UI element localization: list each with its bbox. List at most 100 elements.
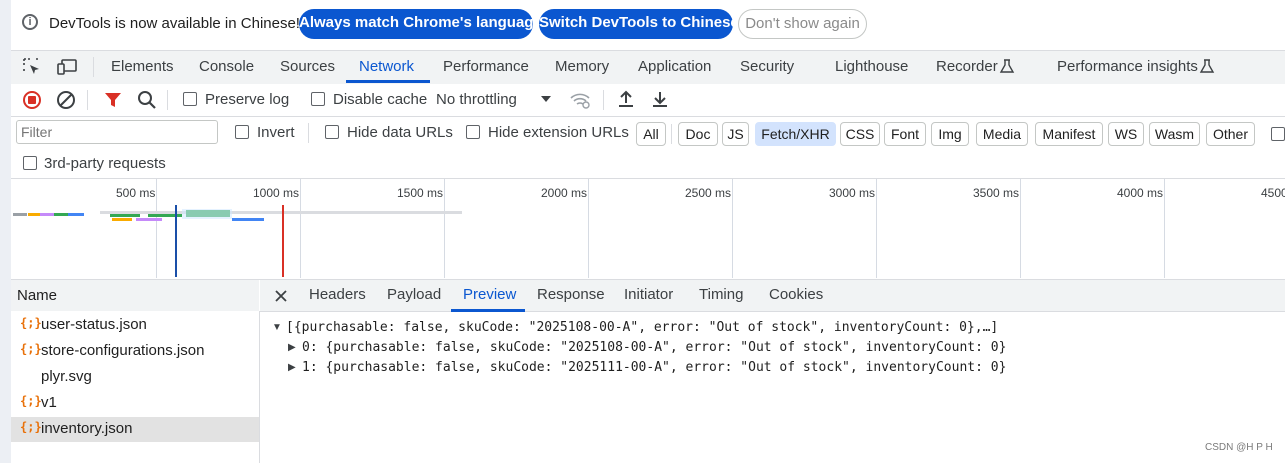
tab-performance-insights[interactable]: Performance insights (1057, 58, 1198, 75)
switch-to-chinese-button[interactable]: Switch DevTools to Chinese (539, 9, 739, 39)
timeline-tick-label: 500 ms (116, 186, 156, 200)
dom-content-loaded-marker (175, 205, 177, 277)
tab-payload[interactable]: Payload (387, 286, 441, 303)
timeline-tick-label: 3000 ms (829, 186, 876, 200)
dont-show-again-button[interactable]: Don't show again (738, 9, 867, 39)
timeline-tick-label: 1000 ms (253, 186, 300, 200)
toolbar-divider (93, 57, 94, 77)
tab-console[interactable]: Console (199, 58, 254, 75)
invert-label: Invert (257, 124, 295, 141)
import-har-icon[interactable] (616, 89, 636, 109)
filter-media-button[interactable]: Media (976, 122, 1028, 146)
tab-headers[interactable]: Headers (309, 286, 366, 303)
export-har-icon[interactable] (650, 89, 670, 109)
timeline-request-bar (136, 218, 162, 221)
timeline-request-bar (40, 213, 54, 216)
timeline-gridline (300, 179, 301, 278)
watermark: CSDN @H P H (1205, 442, 1273, 453)
name-column-header: Name (11, 280, 259, 312)
request-row-plyr-svg[interactable]: plyr.svg (11, 365, 259, 390)
expand-triangle-right-icon[interactable]: ▶ (288, 362, 296, 373)
filter-all-button[interactable]: All (636, 122, 666, 146)
tab-security[interactable]: Security (740, 58, 794, 75)
preview-item-1[interactable]: 1: {purchasable: false, skuCode: "202511… (302, 360, 1006, 375)
filter-manifest-button[interactable]: Manifest (1035, 122, 1103, 146)
json-icon: {;} (20, 342, 42, 356)
load-event-marker (282, 205, 284, 277)
tab-cookies[interactable]: Cookies (769, 286, 823, 303)
blocked-requests-checkbox[interactable] (1271, 127, 1285, 141)
disable-cache-checkbox[interactable] (311, 92, 325, 106)
filter-js-button[interactable]: JS (722, 122, 749, 146)
timeline-tick-label: 3500 ms (973, 186, 1020, 200)
timeline-gridline (156, 179, 157, 278)
tab-response[interactable]: Response (537, 286, 605, 303)
record-stop-icon[interactable] (22, 90, 42, 110)
timeline-tick-label: 4000 ms (1117, 186, 1164, 200)
tab-network[interactable]: Network (359, 58, 414, 75)
active-detail-tab-indicator (451, 309, 525, 312)
request-row-inventory[interactable]: {;} inventory.json (11, 417, 259, 442)
invert-checkbox[interactable] (235, 125, 249, 139)
timeline-gridline (1020, 179, 1021, 278)
network-conditions-icon[interactable] (569, 90, 591, 110)
search-icon[interactable] (137, 90, 157, 110)
clear-icon[interactable] (56, 90, 76, 110)
tab-initiator[interactable]: Initiator (624, 286, 673, 303)
toolbar-divider (308, 123, 309, 143)
timeline-request-bar (112, 218, 132, 221)
timeline-request-bar (13, 213, 27, 216)
hide-data-urls-checkbox[interactable] (325, 125, 339, 139)
timeline-tick-label: 4500 (1261, 186, 1285, 200)
filter-icon[interactable] (103, 90, 123, 110)
tab-application[interactable]: Application (638, 58, 711, 75)
name-column-label: Name (17, 287, 58, 304)
chevron-down-icon[interactable] (540, 94, 552, 104)
hide-extension-urls-checkbox[interactable] (466, 125, 480, 139)
tab-timing[interactable]: Timing (699, 286, 743, 303)
toolbar-divider (603, 90, 604, 110)
third-party-checkbox[interactable] (23, 156, 37, 170)
preview-root-array[interactable]: [{purchasable: false, skuCode: "2025108-… (286, 320, 998, 335)
filter-doc-button[interactable]: Doc (678, 122, 718, 146)
info-icon: i (22, 14, 38, 30)
timeline-request-bar (110, 214, 140, 217)
tab-preview[interactable]: Preview (463, 286, 516, 303)
filter-ws-button[interactable]: WS (1108, 122, 1144, 146)
tab-sources[interactable]: Sources (280, 58, 335, 75)
json-icon: {;} (20, 420, 42, 434)
filter-css-button[interactable]: CSS (840, 122, 880, 146)
filter-input[interactable] (16, 120, 218, 144)
close-icon[interactable] (273, 288, 289, 304)
request-row-v1[interactable]: {;} v1 (11, 391, 259, 416)
tab-elements[interactable]: Elements (111, 58, 174, 75)
select-element-icon[interactable] (22, 57, 42, 77)
tab-lighthouse[interactable]: Lighthouse (835, 58, 908, 75)
timeline-tick-label: 2500 ms (685, 186, 732, 200)
timeline-gridline (732, 179, 733, 278)
request-row-store-configurations[interactable]: {;} store-configurations.json (11, 339, 259, 364)
toolbar-divider (167, 90, 168, 110)
recorder-flask-icon (999, 59, 1015, 73)
filter-other-button[interactable]: Other (1206, 122, 1255, 146)
filter-font-button[interactable]: Font (884, 122, 926, 146)
tab-performance[interactable]: Performance (443, 58, 529, 75)
infobar-message: DevTools is now available in Chinese! (49, 15, 300, 32)
filter-img-button[interactable]: Img (931, 122, 969, 146)
tab-recorder[interactable]: Recorder (936, 58, 998, 75)
expand-triangle-right-icon[interactable]: ▶ (288, 342, 296, 353)
third-party-row (11, 150, 1285, 177)
always-match-language-button[interactable]: Always match Chrome's language (299, 9, 542, 39)
tab-memory[interactable]: Memory (555, 58, 609, 75)
filter-wasm-button[interactable]: Wasm (1149, 122, 1200, 146)
timeline-request-bar (28, 213, 40, 216)
timeline-tick-label: 1500 ms (397, 186, 444, 200)
filter-fetch-xhr-button[interactable]: Fetch/XHR (755, 122, 836, 146)
preserve-log-checkbox[interactable] (183, 92, 197, 106)
expand-triangle-down-icon[interactable]: ▼ (272, 322, 282, 333)
request-row-user-status[interactable]: {;} user-status.json (11, 313, 259, 338)
throttling-select[interactable]: No throttling (436, 91, 517, 108)
device-toolbar-icon[interactable] (56, 57, 78, 77)
preview-item-0[interactable]: 0: {purchasable: false, skuCode: "202510… (302, 340, 1006, 355)
active-tab-indicator (346, 80, 430, 83)
